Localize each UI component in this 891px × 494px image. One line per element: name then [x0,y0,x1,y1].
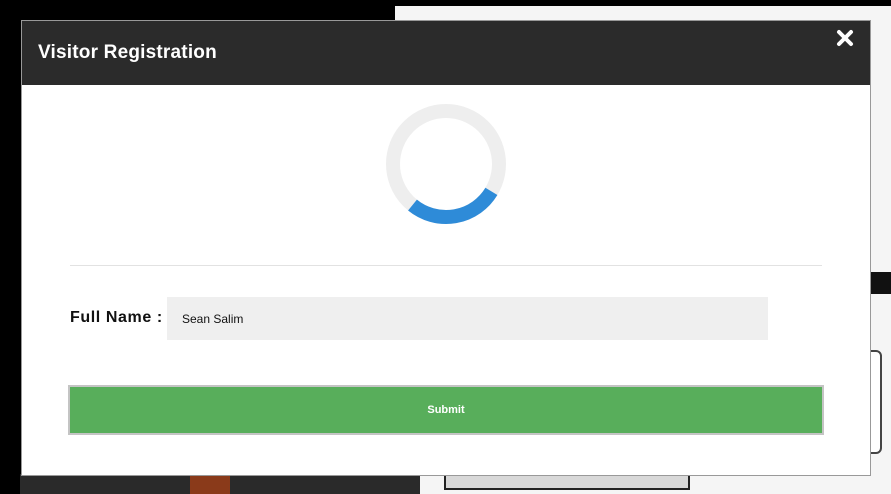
loading-spinner-icon [385,103,507,225]
background-page-frame [444,474,690,490]
modal-header: Visitor Registration [22,21,870,85]
background-page-accent [190,474,230,494]
close-icon[interactable] [834,27,856,49]
full-name-label: Full Name : [70,309,163,326]
background-page-strip [868,272,891,294]
form-divider [70,265,822,266]
modal-title: Visitor Registration [38,42,217,63]
page-background: Visitor Registration Full Name : Submit [0,0,891,494]
full-name-input[interactable] [167,297,768,340]
submit-button-label: Submit [427,404,465,416]
submit-button[interactable]: Submit [68,385,824,435]
visitor-registration-modal: Visitor Registration Full Name : Submit [22,21,870,475]
